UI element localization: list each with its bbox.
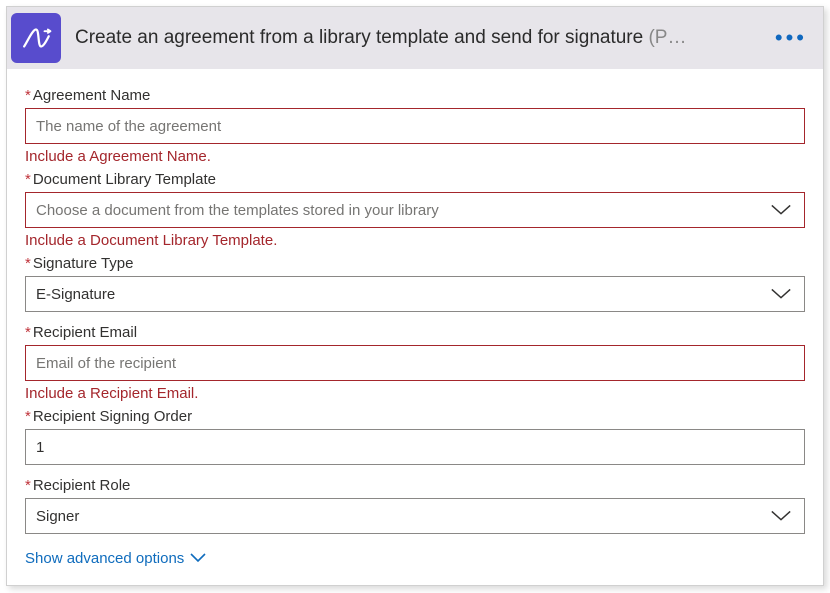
recipient-email-input[interactable] [36, 355, 794, 372]
required-star: * [25, 255, 31, 272]
required-star: * [25, 171, 31, 188]
recipient-email-input-wrap [25, 345, 805, 381]
chevron-down-icon [768, 509, 794, 523]
field-library-template: *Document Library Template Choose a docu… [25, 171, 805, 249]
field-signing-order: *Recipient Signing Order [25, 408, 805, 465]
field-recipient-email: *Recipient Email Include a Recipient Ema… [25, 324, 805, 402]
agreement-name-input-wrap [25, 108, 805, 144]
adobe-sign-icon [11, 13, 61, 63]
required-star: * [25, 324, 31, 341]
chevron-down-icon [190, 550, 206, 567]
library-template-label: *Document Library Template [25, 171, 805, 188]
show-advanced-options-text: Show advanced options [25, 550, 184, 567]
action-card: Create an agreement from a library templ… [6, 6, 824, 586]
signature-type-value: E-Signature [36, 286, 768, 303]
library-template-placeholder: Choose a document from the templates sto… [36, 202, 768, 219]
card-title-suffix: (P… [648, 27, 686, 48]
signing-order-label-text: Recipient Signing Order [33, 408, 192, 425]
field-agreement-name: *Agreement Name Include a Agreement Name… [25, 87, 805, 165]
card-header: Create an agreement from a library templ… [7, 7, 823, 69]
signature-type-label: *Signature Type [25, 255, 805, 272]
field-recipient-role: *Recipient Role Signer [25, 477, 805, 534]
show-advanced-options-link[interactable]: Show advanced options [25, 550, 206, 567]
agreement-name-input[interactable] [36, 118, 794, 135]
agreement-name-error: Include a Agreement Name. [25, 148, 805, 165]
recipient-role-label: *Recipient Role [25, 477, 805, 494]
recipient-role-label-text: Recipient Role [33, 477, 131, 494]
recipient-role-value: Signer [36, 508, 768, 525]
library-template-error: Include a Document Library Template. [25, 232, 805, 249]
agreement-name-label: *Agreement Name [25, 87, 805, 104]
chevron-down-icon [768, 287, 794, 301]
library-template-label-text: Document Library Template [33, 171, 216, 188]
card-title-text: Create an agreement from a library templ… [75, 27, 648, 48]
required-star: * [25, 477, 31, 494]
recipient-email-label-text: Recipient Email [33, 324, 137, 341]
recipient-email-label: *Recipient Email [25, 324, 805, 341]
recipient-role-select[interactable]: Signer [25, 498, 805, 534]
recipient-email-error: Include a Recipient Email. [25, 385, 805, 402]
signing-order-input-wrap [25, 429, 805, 465]
chevron-down-icon [768, 203, 794, 217]
library-template-select[interactable]: Choose a document from the templates sto… [25, 192, 805, 228]
required-star: * [25, 408, 31, 425]
card-body: *Agreement Name Include a Agreement Name… [7, 69, 823, 585]
signing-order-label: *Recipient Signing Order [25, 408, 805, 425]
card-menu-button[interactable]: ••• [767, 25, 815, 51]
signing-order-input[interactable] [36, 439, 794, 456]
agreement-name-label-text: Agreement Name [33, 87, 151, 104]
card-title: Create an agreement from a library templ… [75, 27, 753, 49]
required-star: * [25, 87, 31, 104]
signature-type-label-text: Signature Type [33, 255, 134, 272]
signature-type-select[interactable]: E-Signature [25, 276, 805, 312]
field-signature-type: *Signature Type E-Signature [25, 255, 805, 312]
